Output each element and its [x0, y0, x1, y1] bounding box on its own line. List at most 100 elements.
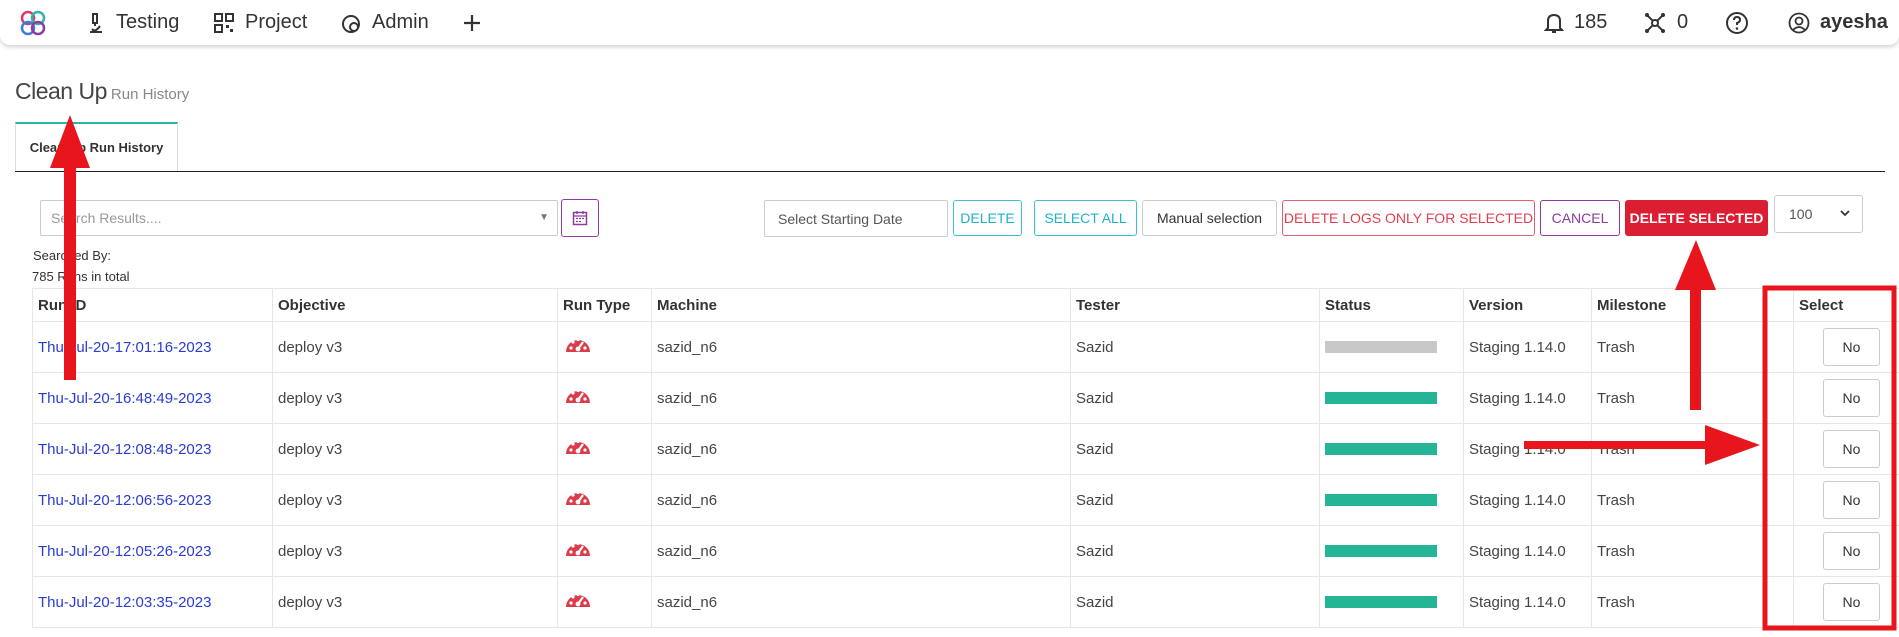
version-cell: Staging 1.14.0	[1463, 576, 1592, 628]
tab-cleanup-run-history[interactable]: Clean Up Run History	[15, 122, 178, 171]
column-header[interactable]: Run Type	[557, 288, 652, 322]
table-row: Thu-Jul-20-17:01:16-2023 deploy v3 sazid_n…	[32, 321, 1899, 373]
table-row: Thu-Jul-20-12:06:56-2023 deploy v3 sazid_n…	[32, 474, 1899, 526]
select-toggle-button[interactable]: No	[1823, 481, 1880, 519]
select-toggle-button[interactable]: No	[1823, 583, 1880, 621]
run-type-cell	[557, 372, 652, 424]
search-results-select[interactable]: Search Results.... ▼	[40, 200, 558, 236]
nav-project[interactable]: Project	[213, 0, 307, 45]
table-row: Thu-Jul-20-12:08:48-2023 deploy v3 sazid_n…	[32, 423, 1899, 475]
search-placeholder: Search Results....	[51, 210, 162, 226]
select-toggle-button[interactable]: No	[1823, 532, 1880, 570]
network-count: 0	[1677, 11, 1689, 33]
objective-cell: deploy v3	[272, 474, 558, 526]
delete-selected-button[interactable]: DELETE SELECTED	[1625, 200, 1768, 236]
version-cell: Staging 1.14.0	[1463, 372, 1592, 424]
page-size-value: 100	[1789, 206, 1813, 222]
column-header[interactable]: Run ID	[32, 288, 273, 322]
milestone-cell: Trash	[1591, 576, 1794, 628]
run-id-link[interactable]: Thu-Jul-20-12:05:26-2023	[32, 525, 273, 577]
objective-cell: deploy v3	[272, 576, 558, 628]
speedometer-icon	[566, 592, 590, 607]
total-runs-label: 785 Runs in total	[32, 269, 130, 284]
milestone-cell: Trash	[1591, 372, 1794, 424]
help-circle-icon	[1726, 11, 1748, 34]
starting-date-input[interactable]: Select Starting Date	[764, 200, 948, 237]
chevron-down-icon	[1840, 210, 1850, 217]
user-avatar-icon	[1788, 12, 1810, 33]
select-cell: No	[1793, 576, 1899, 628]
column-header[interactable]: Tester	[1070, 288, 1320, 322]
machine-cell: sazid_n6	[651, 423, 1071, 475]
network-button[interactable]: 0	[1643, 0, 1688, 45]
select-toggle-button[interactable]: No	[1823, 430, 1880, 468]
column-header[interactable]: Version	[1463, 288, 1592, 322]
page-subtitle: Run History	[110, 86, 190, 103]
column-header[interactable]: Select	[1793, 288, 1899, 322]
tester-cell: Sazid	[1070, 321, 1320, 373]
searched-by-label: Searched By:	[33, 248, 112, 263]
run-id-link[interactable]: Thu-Jul-20-12:03:35-2023	[32, 576, 273, 628]
column-header[interactable]: Milestone	[1591, 288, 1794, 322]
machine-cell: sazid_n6	[651, 576, 1071, 628]
page-title-main: Clean Up	[15, 78, 107, 104]
tester-cell: Sazid	[1070, 423, 1320, 475]
run-type-cell	[557, 525, 652, 577]
select-all-button[interactable]: SELECT ALL	[1034, 200, 1137, 236]
select-toggle-button[interactable]: No	[1823, 328, 1880, 366]
speedometer-icon	[566, 439, 590, 454]
version-cell: Staging 1.14.0	[1463, 321, 1592, 373]
app-logo-icon[interactable]	[18, 0, 58, 45]
add-nav-button[interactable]	[463, 0, 491, 45]
nav-testing-label: Testing	[116, 11, 180, 33]
status-cell	[1319, 576, 1464, 628]
manual-selection-button[interactable]: Manual selection	[1142, 200, 1277, 236]
table-row: Thu-Jul-20-12:03:35-2023 deploy v3 sazid_n…	[32, 576, 1899, 628]
cancel-button[interactable]: CANCEL	[1540, 200, 1620, 236]
run-id-link[interactable]: Thu-Jul-20-12:08:48-2023	[32, 423, 273, 475]
select-cell: No	[1793, 525, 1899, 577]
select-cell: No	[1793, 423, 1899, 475]
delete-logs-only-button[interactable]: DELETE LOGS ONLY FOR SELECTED	[1282, 200, 1535, 236]
select-cell: No	[1793, 372, 1899, 424]
select-cell: No	[1793, 321, 1899, 373]
milestone-cell: Trash	[1591, 474, 1794, 526]
runs-table: Run ID Objective Run Type Machine Tester…	[32, 288, 1899, 628]
username: ayesha	[1820, 11, 1888, 33]
run-id-link[interactable]: Thu-Jul-20-16:48:49-2023	[32, 372, 273, 424]
notifications-button[interactable]: 185	[1544, 0, 1607, 45]
version-cell: Staging 1.14.0	[1463, 474, 1592, 526]
column-header[interactable]: Objective	[272, 288, 558, 322]
calendar-icon	[572, 211, 588, 226]
qr-grid-icon	[214, 12, 234, 33]
top-navbar: Testing Project Admin 185 0 ayesha	[0, 0, 1899, 45]
status-bar	[1325, 341, 1437, 353]
run-type-cell	[557, 576, 652, 628]
run-id-link[interactable]: Thu-Jul-20-17:01:16-2023	[32, 321, 273, 373]
milestone-cell: Trash	[1591, 321, 1794, 373]
nav-admin-label: Admin	[372, 11, 429, 33]
bell-icon	[1544, 13, 1564, 33]
column-header[interactable]: Status	[1319, 288, 1464, 322]
nav-testing[interactable]: Testing	[86, 0, 179, 45]
version-cell: Staging 1.14.0	[1463, 525, 1592, 577]
milestone-cell: Trash	[1591, 423, 1794, 475]
user-menu[interactable]: ayesha	[1788, 0, 1888, 45]
microscope-icon	[90, 12, 102, 33]
status-bar	[1325, 596, 1437, 608]
table-row: Thu-Jul-20-16:48:49-2023 deploy v3 sazid_n…	[32, 372, 1899, 424]
delete-button[interactable]: DELETE	[953, 200, 1022, 236]
machine-cell: sazid_n6	[651, 525, 1071, 577]
notifications-count: 185	[1574, 11, 1608, 33]
page-size-select[interactable]: 100	[1774, 195, 1863, 233]
select-toggle-button[interactable]: No	[1823, 379, 1880, 417]
help-button[interactable]	[1725, 0, 1759, 45]
table-header-row: Run ID Objective Run Type Machine Tester…	[32, 288, 1899, 322]
machine-cell: sazid_n6	[651, 474, 1071, 526]
caret-down-icon: ▼	[539, 212, 549, 223]
run-id-link[interactable]: Thu-Jul-20-12:06:56-2023	[32, 474, 273, 526]
nav-admin[interactable]: Admin	[340, 0, 429, 45]
column-header[interactable]: Machine	[651, 288, 1071, 322]
calendar-button[interactable]	[561, 199, 599, 237]
run-type-cell	[557, 321, 652, 373]
